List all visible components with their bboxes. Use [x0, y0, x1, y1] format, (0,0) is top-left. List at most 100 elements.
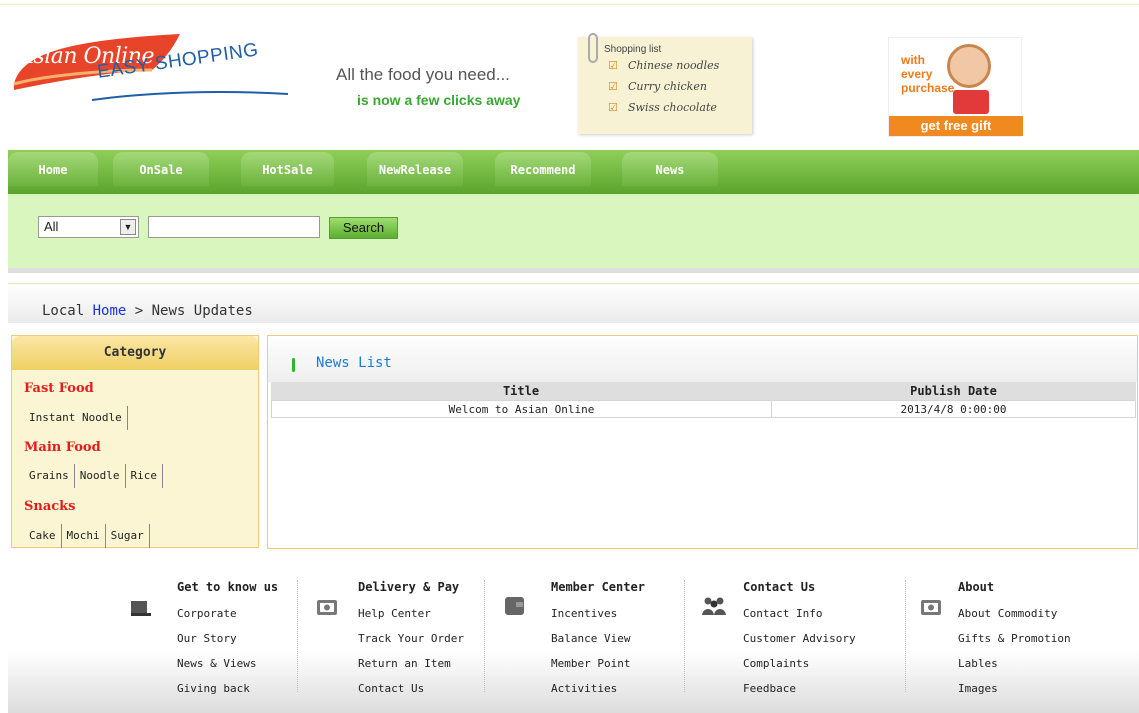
breadcrumb-current: News Updates — [151, 303, 253, 319]
footer-link[interactable]: Activities — [551, 676, 645, 701]
sidebar-title: Category — [12, 336, 258, 370]
tab-news[interactable]: News — [622, 152, 718, 186]
footer-link[interactable]: Giving back — [177, 676, 278, 701]
footer-link[interactable]: Images — [958, 676, 1071, 701]
search-input[interactable] — [148, 216, 320, 238]
category-fast-food[interactable]: Fast Food — [24, 381, 94, 396]
shopping-list-item: ☑ Curry chicken — [608, 80, 707, 93]
tab-recommend[interactable]: Recommend — [495, 152, 591, 186]
subcategory-row: Cake Mochi Sugar — [24, 524, 150, 548]
category-sidebar: Category Fast Food Instant Noodle Main F… — [11, 335, 259, 548]
footer-link[interactable]: Corporate — [177, 601, 278, 626]
tab-newrelease[interactable]: NewRelease — [367, 152, 463, 186]
footer-link[interactable]: Track Your Order — [358, 626, 464, 651]
column-header-title: Title — [502, 384, 540, 398]
footer-column-title: Contact Us — [743, 580, 816, 594]
gift-bar: get free gift — [889, 116, 1023, 136]
gift-box-icon — [953, 90, 989, 114]
footer-column-title: About — [958, 580, 995, 594]
footer-link[interactable]: Balance View — [551, 626, 645, 651]
footer-column-title: Delivery & Pay — [358, 580, 460, 594]
footer-link[interactable]: Incentives — [551, 601, 645, 626]
footer-divider — [484, 580, 485, 692]
tab-hotsale[interactable]: HotSale — [241, 152, 334, 186]
people-icon — [702, 597, 726, 615]
slogan-line-2: is now a few clicks away — [357, 92, 521, 108]
title-marker-icon — [292, 358, 295, 372]
footer-link[interactable]: Member Point — [551, 651, 645, 676]
category-select-value: All — [44, 219, 59, 234]
shopping-list-item: ☑ Swiss chocolate — [608, 101, 717, 114]
chevron-down-icon: ▼ — [120, 219, 136, 235]
shopping-list-banner: Shopping list ☑ Chinese noodles ☑ Curry ch… — [578, 33, 752, 134]
footer-column-contact: Contact Us Contact Info Customer Advisor… — [743, 580, 856, 701]
breadcrumb-home-link[interactable]: Home — [93, 303, 127, 319]
free-gift-banner[interactable]: with every purchase get free gift — [888, 37, 1023, 137]
search-button[interactable]: Search — [329, 217, 398, 239]
subcategory-link[interactable]: Grains — [24, 464, 75, 488]
site-logo[interactable]: Asian Online — [12, 32, 182, 132]
footer-divider — [684, 580, 685, 692]
main-nav: Home OnSale HotSale NewRelease Recommend… — [8, 150, 1139, 194]
breadcrumb: Local Home > News Updates — [42, 303, 253, 319]
gift-text: with every purchase — [901, 53, 955, 95]
card-icon — [921, 600, 941, 615]
news-table-header: Title Publish Date — [271, 382, 1136, 400]
category-select[interactable]: All ▼ — [38, 216, 139, 238]
wallet-icon — [505, 597, 524, 615]
category-snacks[interactable]: Snacks — [24, 499, 76, 514]
footer-link[interactable]: Help Center — [358, 601, 464, 626]
footer-column-title: Member Center — [551, 580, 645, 594]
checkbox-icon: ☑ — [608, 80, 618, 93]
column-header-date: Publish Date — [910, 384, 997, 398]
footer-column-member: Member Center Incentives Balance View Me… — [551, 580, 645, 701]
logo-underline-icon — [91, 91, 289, 101]
footer-column-about: About About Commodity Gifts & Promotion … — [958, 580, 1071, 701]
subcategory-link[interactable]: Cake — [24, 524, 62, 548]
checkbox-icon: ☑ — [608, 59, 618, 72]
search-band-divider — [8, 268, 1139, 273]
tab-onsale[interactable]: OnSale — [113, 152, 209, 186]
breadcrumb-separator: > — [134, 303, 144, 319]
footer-link[interactable]: Feedbace — [743, 676, 856, 701]
footer-divider — [905, 580, 906, 692]
shopping-list-title: Shopping list — [604, 44, 662, 55]
footer-link[interactable]: Complaints — [743, 651, 856, 676]
card-icon — [317, 600, 337, 615]
subcategory-link[interactable]: Rice — [126, 464, 163, 488]
subcategory-link[interactable]: Mochi — [62, 524, 106, 548]
slogan-line-1: All the food you need... — [336, 65, 510, 84]
footer-link[interactable]: Customer Advisory — [743, 626, 856, 651]
footer-link[interactable]: Contact Info — [743, 601, 856, 626]
tab-home[interactable]: Home — [8, 152, 98, 186]
table-row[interactable]: Welcom to Asian Online 2013/4/8 0:00:00 — [271, 400, 1136, 418]
news-list-title: News List — [316, 355, 392, 371]
footer-link[interactable]: About Commodity — [958, 601, 1071, 626]
category-main-food[interactable]: Main Food — [24, 440, 101, 455]
subcategory-link[interactable]: Noodle — [75, 464, 126, 488]
subcategory-row: Grains Noodle Rice — [24, 464, 163, 488]
news-item-date: 2013/4/8 0:00:00 — [900, 403, 1007, 416]
footer-column-know-us: Get to know us Corporate Our Story News … — [177, 580, 278, 701]
footer-link[interactable]: Gifts & Promotion — [958, 626, 1071, 651]
footer-link[interactable]: Return an Item — [358, 651, 464, 676]
checkbox-icon: ☑ — [608, 101, 618, 114]
cart-icon — [131, 601, 151, 616]
news-item-title[interactable]: Welcom to Asian Online — [272, 401, 772, 417]
footer-link[interactable]: Contact Us — [358, 676, 464, 701]
footer-link[interactable]: News & Views — [177, 651, 278, 676]
subcategory-link[interactable]: Instant Noodle — [24, 406, 128, 430]
footer-column-delivery: Delivery & Pay Help Center Track Your Or… — [358, 580, 464, 701]
news-panel-header: News List — [268, 336, 1137, 382]
footer-link[interactable]: Lables — [958, 651, 1071, 676]
paperclip-icon — [588, 33, 598, 63]
site-header: Asian Online EASY SHOPPING All the food … — [0, 0, 1139, 150]
footer-link[interactable]: Our Story — [177, 626, 278, 651]
footer-column-title: Get to know us — [177, 580, 279, 594]
breadcrumb-prefix: Local — [42, 303, 85, 319]
footer-divider — [297, 580, 298, 692]
subcategory-link[interactable]: Sugar — [106, 524, 150, 548]
shopping-list-item: ☑ Chinese noodles — [608, 59, 720, 72]
news-panel: News List Title Publish Date Welcom to A… — [267, 335, 1138, 549]
subcategory-row: Instant Noodle — [24, 406, 128, 430]
